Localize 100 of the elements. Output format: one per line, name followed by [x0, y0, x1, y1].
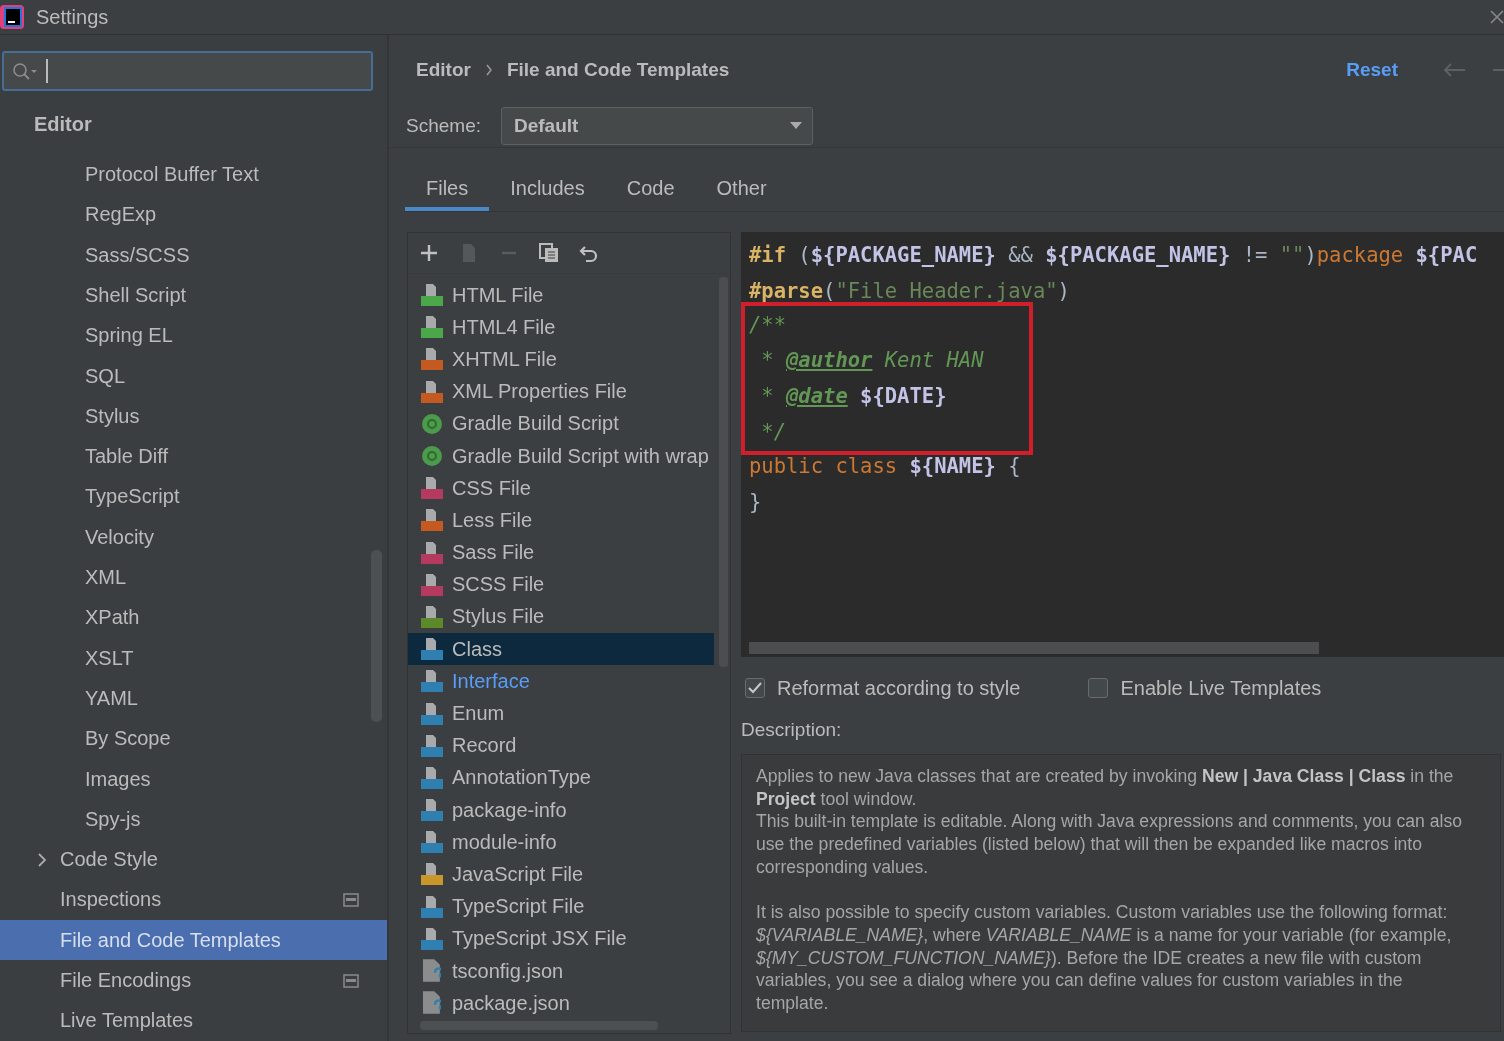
back-arrow-icon[interactable]	[1442, 63, 1466, 77]
breadcrumb-item: File and Code Templates	[506, 59, 730, 81]
sidebar-item[interactable]: XPath	[0, 597, 387, 639]
sidebar-item[interactable]: Spy-js	[0, 799, 387, 840]
sidebar-item[interactable]: TypeScript	[0, 476, 387, 518]
add-icon[interactable]	[418, 242, 440, 264]
description-text: Applies to new Java classes that are created by invoking New | Java Class | Class in the Project tool window.	[756, 765, 1455, 811]
code-line: }	[749, 488, 763, 516]
template-item[interactable]: Record	[408, 729, 714, 762]
tab[interactable]: Code	[605, 169, 696, 211]
file-template-icon	[420, 315, 444, 340]
file-template-icon	[420, 733, 444, 758]
tab[interactable]: Includes	[489, 169, 606, 211]
file-template-icon	[420, 765, 444, 790]
code-line: #if (${PACKAGE_NAME} && ${PACKAGE_NAME} != "")package ${PAC	[749, 242, 1479, 269]
template-item[interactable]: HTML File	[408, 279, 714, 312]
sidebar-item[interactable]: Code Style	[0, 839, 387, 880]
sidebar-item[interactable]: XML	[0, 557, 387, 598]
file-template-icon	[420, 476, 444, 501]
description-label: Description:	[741, 719, 843, 741]
template-item[interactable]: CSS File	[408, 472, 714, 505]
file-template-icon	[420, 798, 444, 823]
sidebar-item[interactable]: XSLT	[0, 638, 387, 679]
dropdown-arrow-icon	[790, 122, 802, 130]
template-item[interactable]: tsconfig.json	[408, 954, 714, 988]
template-item[interactable]: package.json	[408, 987, 714, 1020]
search-icon	[12, 61, 38, 80]
template-item[interactable]: JavaScript File	[408, 858, 714, 891]
template-item[interactable]: AnnotationType	[408, 761, 714, 794]
sidebar-item[interactable]: File Encodings	[0, 960, 387, 1001]
app-logo-icon	[0, 5, 24, 29]
tab[interactable]: Other	[695, 169, 788, 211]
scheme-label: Scheme:	[406, 115, 481, 137]
template-item[interactable]: Interface	[408, 665, 714, 698]
template-item[interactable]: XML Properties File	[408, 375, 714, 408]
file-template-icon	[420, 572, 444, 597]
template-item[interactable]: Sass File	[408, 536, 714, 569]
template-item[interactable]: TypeScript File	[408, 890, 714, 923]
sidebar-item[interactable]: Sass/SCSS	[0, 235, 387, 276]
gradle-icon	[420, 411, 444, 436]
template-item[interactable]: Gradle Build Script with wrap	[408, 439, 714, 473]
file-template-icon	[420, 347, 444, 372]
breadcrumb-item: Editor	[416, 59, 471, 81]
code-line: * @date ${DATE}	[760, 383, 948, 411]
file-template-icon	[420, 862, 444, 887]
sidebar-item[interactable]: File and Code Templates	[0, 920, 387, 961]
search-field[interactable]	[2, 51, 373, 91]
copy-icon[interactable]	[538, 242, 560, 264]
section-header: Editor	[33, 111, 93, 137]
tab[interactable]: Files	[405, 169, 490, 211]
unknown-file-icon	[423, 991, 441, 1016]
checkmark-icon	[748, 682, 762, 694]
sidebar-item[interactable]: By Scope	[0, 718, 387, 759]
code-editor[interactable]: #if (${PACKAGE_NAME} && ${PACKAGE_NAME} != "")package ${PAC #parse("File Header.java") /** * @author Kent HAN * @date ${DATE} */ public class ${NAME} { }	[741, 232, 1504, 657]
sidebar-item[interactable]: Table Diff	[0, 436, 387, 477]
sidebar-item[interactable]: Live Templates	[0, 1000, 387, 1041]
code-line: * @author Kent HAN	[760, 347, 985, 375]
file-template-icon	[420, 379, 444, 404]
template-item[interactable]: Less File	[408, 504, 714, 537]
sidebar-item[interactable]: Spring EL	[0, 315, 387, 356]
file-template-icon	[420, 894, 444, 919]
sidebar-item[interactable]: YAML	[0, 678, 387, 719]
sidebar-item[interactable]: RegExp	[0, 194, 387, 236]
template-item[interactable]: TypeScript JSX File	[408, 922, 714, 955]
template-item[interactable]: module-info	[408, 826, 714, 859]
unknown-file-icon	[423, 959, 441, 984]
reset-link[interactable]: Reset	[1346, 59, 1398, 81]
sidebar-item[interactable]: Protocol Buffer Text	[0, 154, 387, 195]
template-item[interactable]: Class	[408, 633, 714, 666]
sidebar-item[interactable]: Velocity	[0, 517, 387, 558]
file-template-icon	[420, 830, 444, 855]
template-item[interactable]: HTML4 File	[408, 311, 714, 344]
code-line: public class ${NAME} {	[749, 452, 1022, 480]
scheme-dropdown[interactable]: Default	[501, 107, 813, 145]
close-icon[interactable]	[1490, 10, 1504, 24]
file-template-icon	[420, 669, 444, 694]
file-template-icon	[420, 540, 444, 565]
template-item[interactable]: Enum	[408, 697, 714, 730]
description-text: It is also possible to specify custom variables. Custom variables use the following format: ${VARIABLE_NAME}, where VARIABLE_NAME is a name for your variable (for example, ${MY_CUSTOM_FUNCTION_NAME}). Before the IDE creates a new file with custom variables, you see a dialog where you can define values for custom variables in the template.	[756, 901, 1453, 1015]
code-line: #parse("File Header.java")	[749, 277, 1071, 305]
scrollbar[interactable]	[749, 642, 1319, 654]
file-template-icon	[420, 604, 444, 629]
file-template-icon	[420, 283, 444, 308]
sidebar-item[interactable]: Shell Script	[0, 275, 387, 316]
code-line: /**	[749, 311, 788, 339]
sidebar-item[interactable]: SQL	[0, 355, 387, 397]
window-title: Settings	[36, 5, 110, 29]
sidebar-item[interactable]: Inspections	[0, 879, 387, 921]
template-item[interactable]: XHTML File	[408, 343, 714, 376]
template-item[interactable]: package-info	[408, 794, 714, 827]
file-template-icon	[420, 701, 444, 726]
checkbox[interactable]: Reformat according to style	[745, 676, 1021, 700]
template-item[interactable]: Stylus File	[408, 600, 714, 634]
sidebar-item[interactable]: Images	[0, 758, 387, 800]
description-text: This built-in template is editable. Along with Java expressions and comments, you can also use the predefined variables (listed below) that will then be expanded like macros into corresponding values.	[756, 810, 1464, 879]
chevron-icon	[484, 64, 493, 76]
template-item[interactable]: SCSS File	[408, 568, 714, 601]
template-item[interactable]: Gradle Build Script	[408, 407, 714, 440]
checkbox[interactable]: Enable Live Templates	[1088, 676, 1322, 700]
sidebar-item[interactable]: Stylus	[0, 396, 387, 437]
